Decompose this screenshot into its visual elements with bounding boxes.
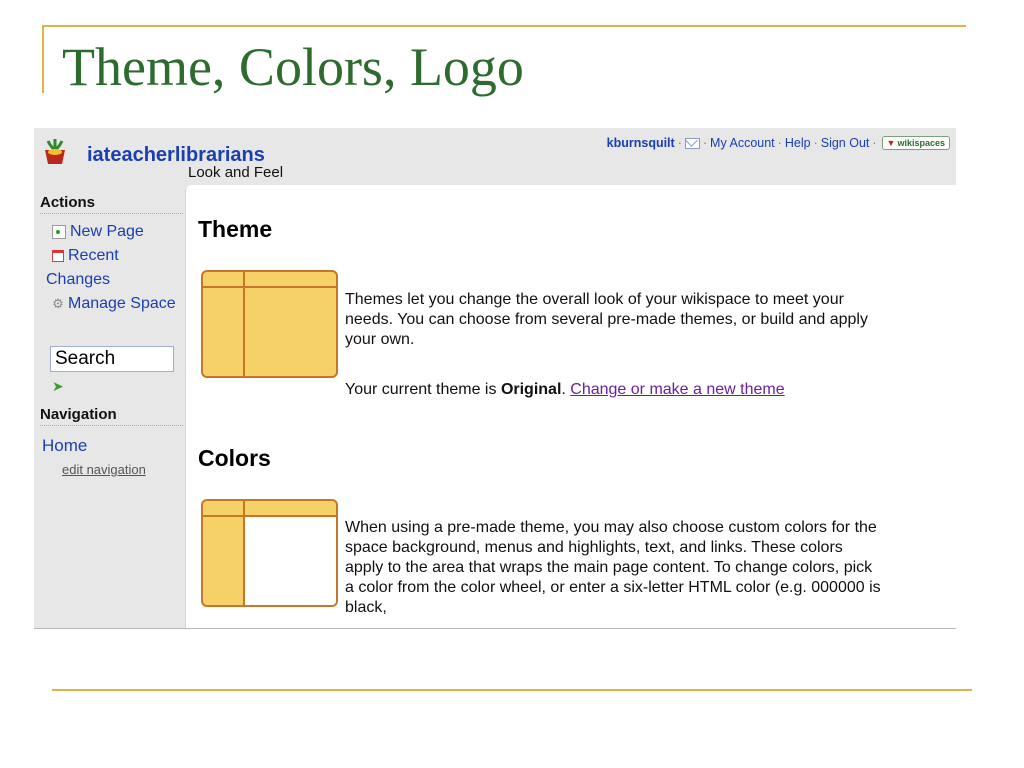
title-accent-vertical-line: [42, 25, 44, 93]
flowerpot-small-icon: ▼: [886, 138, 896, 148]
content-panel: Theme Themes let you change the overall …: [185, 185, 956, 628]
help-link[interactable]: Help: [785, 136, 811, 150]
colors-thumbnail[interactable]: [201, 499, 338, 607]
wikispaces-screenshot: iateacherlibrarians Look and Feel kburns…: [34, 128, 956, 629]
manage-space-link[interactable]: ⚙ Manage Space: [46, 292, 176, 316]
new-page-link[interactable]: New Page: [46, 220, 176, 244]
nav-separator: ·: [677, 136, 682, 150]
footer-accent-line: [52, 689, 972, 691]
gear-icon: ⚙: [52, 295, 64, 311]
current-theme-name: Original: [500, 381, 562, 398]
thumb-header: [203, 272, 336, 288]
slide-title: Theme, Colors, Logo: [62, 37, 524, 97]
current-theme-suffix: .: [561, 381, 571, 398]
mail-icon[interactable]: [684, 137, 700, 149]
theme-heading: Theme: [198, 216, 273, 242]
page-subtitle: Look and Feel: [188, 164, 284, 181]
thumb-main: [245, 288, 336, 376]
username-link[interactable]: kburnsquilt: [607, 136, 675, 150]
thumb-main: [245, 517, 336, 605]
search-go-arrow-icon[interactable]: ➤: [52, 378, 64, 395]
search-input[interactable]: [50, 346, 174, 372]
actions-heading: Actions: [40, 194, 183, 214]
new-page-icon: [52, 224, 66, 239]
current-theme-line: Your current theme is Original. Change o…: [345, 380, 885, 400]
my-account-link[interactable]: My Account: [710, 136, 775, 150]
colors-description: When using a pre-made theme, you may als…: [345, 519, 881, 616]
nav-separator: ·: [702, 136, 708, 150]
title-accent-top-line: [42, 25, 966, 27]
user-nav: kburnsquilt · · My Account · Help · Sign…: [607, 136, 950, 150]
thumb-header: [203, 501, 336, 517]
manage-space-label: Manage Space: [68, 295, 176, 312]
edit-navigation-link[interactable]: edit navigation: [62, 462, 146, 477]
nav-separator: ·: [872, 136, 877, 150]
wikispaces-badge-label: wikispaces: [897, 138, 945, 148]
sidebar: Actions New Page Recent Changes ⚙ Manage …: [34, 188, 184, 316]
colors-heading: Colors: [198, 445, 271, 471]
sign-out-link[interactable]: Sign Out: [821, 136, 870, 150]
new-page-label: New Page: [70, 223, 144, 240]
change-theme-link[interactable]: Change or make a new theme: [570, 381, 784, 398]
actions-list: New Page Recent Changes ⚙ Manage Space: [46, 220, 176, 316]
flowerpot-logo-icon: [45, 139, 65, 164]
current-theme-prefix: Your current theme is: [345, 381, 501, 398]
nav-home-link[interactable]: Home: [42, 436, 87, 456]
wikispaces-badge[interactable]: ▼ wikispaces: [881, 136, 950, 150]
theme-thumbnail[interactable]: [201, 270, 338, 378]
recent-changes-link[interactable]: Recent Changes: [46, 244, 176, 292]
navigation-heading: Navigation: [40, 406, 183, 426]
nav-separator: ·: [813, 136, 818, 150]
nav-separator: ·: [777, 136, 782, 150]
theme-description: Themes let you change the overall look o…: [345, 291, 868, 348]
calendar-icon: [52, 249, 64, 262]
